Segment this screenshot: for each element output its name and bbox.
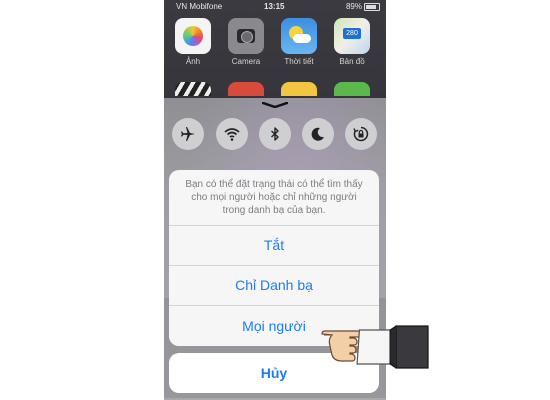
app-camera[interactable]: Camera xyxy=(226,18,266,66)
battery-indicator: 89% xyxy=(346,0,380,14)
app-photos[interactable]: Ảnh xyxy=(173,18,213,66)
chevron-down-icon[interactable] xyxy=(262,102,288,108)
app-icon xyxy=(228,82,264,96)
camera-icon xyxy=(228,18,264,54)
airplane-mode-toggle[interactable] xyxy=(172,118,204,150)
bluetooth-toggle[interactable] xyxy=(259,118,291,150)
battery-icon xyxy=(364,2,380,11)
notes-icon xyxy=(281,82,317,96)
rotation-lock-icon xyxy=(353,126,369,142)
rotation-lock-toggle[interactable] xyxy=(345,118,377,150)
app-icon xyxy=(334,82,370,96)
wifi-icon xyxy=(224,128,240,141)
wifi-toggle[interactable] xyxy=(216,118,248,150)
bluetooth-icon xyxy=(271,127,279,141)
status-bar: VN Mobifone 13:15 89% xyxy=(164,0,386,14)
app-videos[interactable] xyxy=(173,82,213,96)
photos-icon xyxy=(175,18,211,54)
weather-icon xyxy=(281,18,317,54)
airplane-mode-icon xyxy=(181,127,195,141)
battery-percent: 89% xyxy=(345,2,362,11)
app-label: Bản đồ xyxy=(339,57,365,66)
pointing-hand-icon xyxy=(320,322,430,372)
app-maps[interactable]: Bản đồ xyxy=(332,18,372,66)
app-facetime[interactable] xyxy=(332,82,372,96)
do-not-disturb-toggle[interactable] xyxy=(302,118,334,150)
app-weather[interactable]: Thời tiết xyxy=(279,18,319,66)
clock: 13:15 xyxy=(264,2,285,11)
maps-icon xyxy=(334,18,370,54)
option-contacts-only-button[interactable]: Chỉ Danh bạ xyxy=(169,266,379,306)
app-second-row[interactable] xyxy=(226,82,266,96)
app-notes[interactable] xyxy=(279,82,319,96)
app-label: Thời tiết xyxy=(284,57,314,66)
clapperboard-icon xyxy=(175,82,211,96)
do-not-disturb-moon-icon xyxy=(311,127,324,141)
action-sheet: Bạn có thể đặt trạng thái có thể tìm thấ… xyxy=(169,170,379,346)
toggle-row xyxy=(164,118,386,152)
carrier-label: VN Mobifone xyxy=(176,2,223,11)
action-sheet-message: Bạn có thể đặt trạng thái có thể tìm thấ… xyxy=(169,170,379,226)
app-label: Camera xyxy=(231,57,261,66)
app-label: Ảnh xyxy=(185,57,201,66)
option-off-button[interactable]: Tắt xyxy=(169,226,379,266)
